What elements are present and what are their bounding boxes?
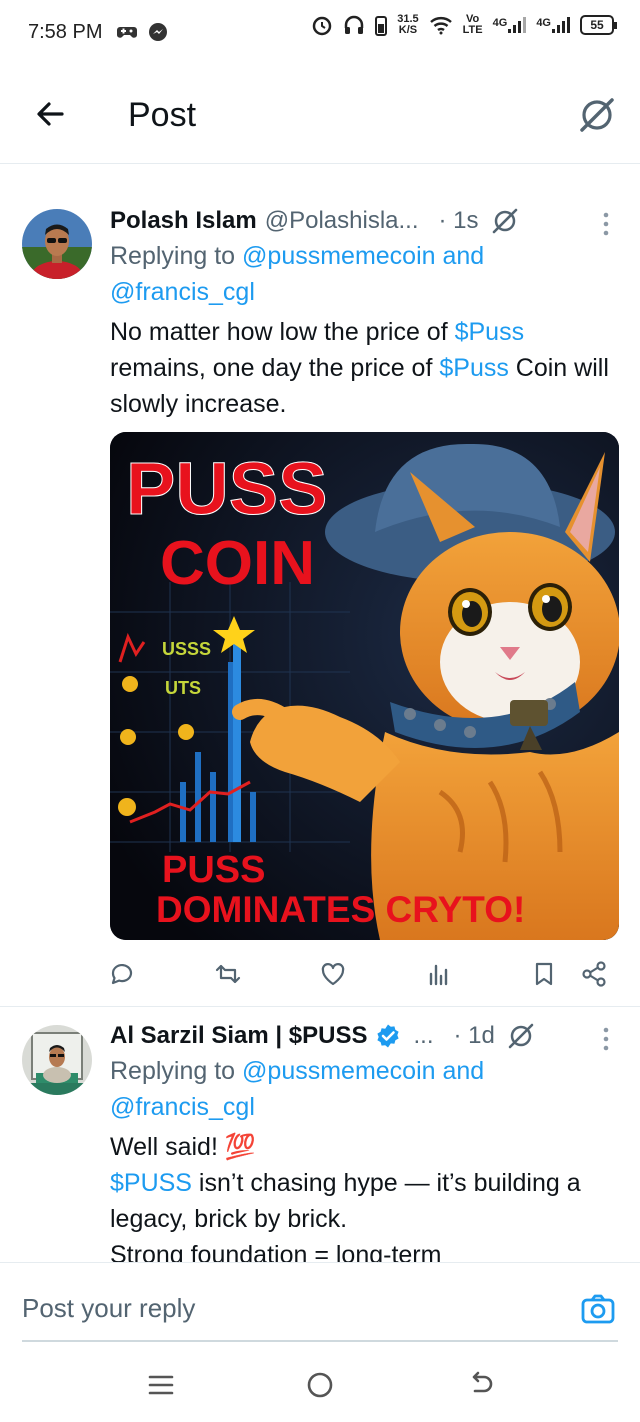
reply-input[interactable]: Post your reply bbox=[22, 1293, 195, 1324]
avatar[interactable] bbox=[22, 1025, 92, 1095]
volte-indicator: Vo LTE bbox=[462, 13, 483, 36]
image-title-line1: PUSS bbox=[126, 447, 328, 530]
messenger-icon bbox=[149, 23, 168, 41]
post-polash[interactable]: Polash Islam @Polashisla... · 1s Replyin… bbox=[0, 164, 640, 1006]
cashtag-link[interactable]: $PUSS bbox=[110, 1169, 192, 1197]
page-title: Post bbox=[128, 96, 197, 134]
post-image[interactable]: USSS UTS PUSS COIN PUSS DOMINATES CRYTO! bbox=[110, 432, 619, 940]
cashtag-link[interactable]: $Puss bbox=[455, 318, 524, 346]
headphones-icon bbox=[344, 15, 364, 34]
more-options-icon[interactable] bbox=[592, 1025, 620, 1053]
chart-label-usss: USSS bbox=[162, 639, 211, 659]
top-app-bar: Post bbox=[0, 64, 640, 164]
post-header: Al Sarzil Siam | $PUSS ... · 1d bbox=[110, 1019, 620, 1053]
reply-icon[interactable] bbox=[108, 960, 136, 988]
battery-indicator: 55 bbox=[580, 15, 617, 35]
chart-label-uts: UTS bbox=[165, 678, 201, 698]
back-icon[interactable] bbox=[466, 1370, 496, 1400]
reply-composer: Post your reply bbox=[0, 1262, 640, 1342]
share-icon[interactable] bbox=[580, 960, 608, 988]
network-4g-label: 4G bbox=[492, 17, 508, 29]
network-speed: 31.5 K/S bbox=[397, 13, 419, 36]
home-icon[interactable] bbox=[305, 1370, 335, 1400]
system-nav-bar bbox=[0, 1342, 640, 1422]
back-arrow-icon[interactable] bbox=[32, 96, 68, 132]
post-content: Polash Islam @Polashisla... · 1s Replyin… bbox=[110, 204, 620, 940]
post-content: Al Sarzil Siam | $PUSS ... · 1d Replying… bbox=[110, 1019, 620, 1262]
replying-to: Replying to @pussmemecoin and @francis_c… bbox=[110, 1057, 485, 1121]
like-icon[interactable] bbox=[319, 960, 347, 988]
post-actions bbox=[108, 954, 608, 994]
author-handle-truncated: ... bbox=[413, 1022, 434, 1049]
replying-to: Replying to @pussmemecoin and @francis_c… bbox=[110, 242, 485, 306]
more-options-icon[interactable] bbox=[592, 210, 620, 238]
post-al-sarzil[interactable]: Al Sarzil Siam | $PUSS ... · 1d Replying… bbox=[0, 1007, 640, 1262]
post-header: Polash Islam @Polashisla... · 1s bbox=[110, 204, 620, 238]
grok-icon[interactable] bbox=[491, 207, 519, 235]
author-name[interactable]: Al Sarzil Siam | $PUSS bbox=[110, 1019, 367, 1053]
signal-icon bbox=[508, 17, 527, 33]
cashtag-link[interactable]: $Puss bbox=[439, 354, 508, 382]
repost-icon[interactable] bbox=[214, 960, 242, 988]
image-bottom-line2: DOMINATES CRYTO! bbox=[156, 889, 525, 930]
status-time: 7:58 PM bbox=[28, 20, 103, 43]
network-4g-label-2: 4G bbox=[536, 17, 551, 29]
post-text: Well said! 💯 $PUSS isn’t chasing hype — … bbox=[110, 1133, 581, 1262]
mention-link[interactable]: @francis_cgl bbox=[110, 278, 255, 306]
grok-icon[interactable] bbox=[507, 1022, 535, 1050]
grok-icon[interactable] bbox=[576, 94, 618, 136]
camera-icon[interactable] bbox=[580, 1291, 616, 1327]
bookmark-icon[interactable] bbox=[530, 960, 558, 988]
status-indicators: 31.5 K/S Vo LTE 4G 4G 55 bbox=[311, 13, 617, 36]
post-time[interactable]: · 1s bbox=[439, 204, 479, 238]
post-time[interactable]: · 1d bbox=[454, 1019, 495, 1053]
wifi-icon bbox=[429, 17, 452, 35]
status-bar: 7:58 PM 31.5 K/S Vo LTE 4G 4G 55 bbox=[0, 0, 640, 64]
alarm-icon bbox=[312, 16, 332, 36]
image-title-line2: COIN bbox=[160, 529, 315, 598]
author-name[interactable]: Polash Islam bbox=[110, 204, 257, 238]
post-text: No matter how low the price of $Puss rem… bbox=[110, 318, 609, 418]
avatar[interactable] bbox=[22, 209, 92, 279]
mention-link[interactable]: @pussmemecoin bbox=[242, 242, 436, 270]
mention-link[interactable]: @francis_cgl bbox=[110, 1093, 255, 1121]
signal-icon-2 bbox=[552, 17, 570, 33]
author-handle[interactable]: @Polashisla... bbox=[265, 204, 419, 238]
and-text: and bbox=[435, 242, 485, 270]
recent-apps-icon[interactable] bbox=[146, 1370, 176, 1400]
gamepad-icon bbox=[117, 27, 138, 38]
views-icon[interactable] bbox=[425, 960, 453, 988]
phone-battery-icon bbox=[375, 16, 388, 36]
verified-badge-icon bbox=[377, 1024, 400, 1048]
mention-link[interactable]: @pussmemecoin bbox=[242, 1057, 436, 1085]
image-bottom-line1: PUSS bbox=[162, 849, 265, 891]
puss-coin-illustration: USSS UTS PUSS COIN PUSS DOMINATES CRYTO! bbox=[110, 432, 619, 940]
